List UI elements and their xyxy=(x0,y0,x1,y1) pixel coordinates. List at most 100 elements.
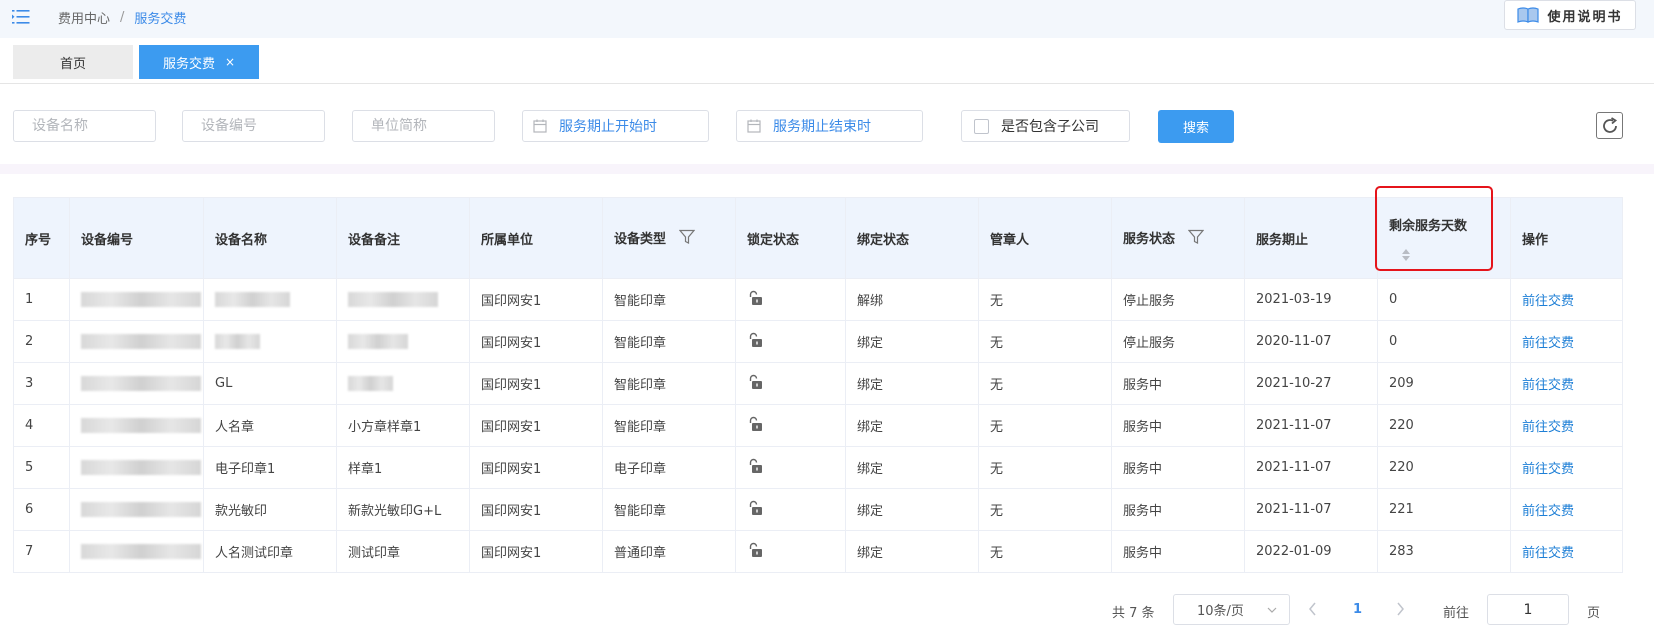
cell-unit: 国印网安1 xyxy=(469,446,603,489)
cell-device-code xyxy=(69,320,204,363)
cell-device-code xyxy=(69,278,204,321)
cell-device-type: 智能印章 xyxy=(602,362,736,405)
refresh-button[interactable] xyxy=(1596,112,1623,139)
cell-service-end: 2022-01-09 xyxy=(1244,530,1378,573)
go-pay-link[interactable]: 前往交费 xyxy=(1522,294,1574,309)
book-icon xyxy=(1517,7,1540,23)
breadcrumb-root[interactable]: 费用中心 xyxy=(58,8,110,27)
table-header-row: 序号 设备编号 设备名称 设备备注 所属单位 设备类型 锁定状态 绑定状态 管章… xyxy=(13,197,1623,279)
unlock-icon xyxy=(747,458,763,478)
next-page-button[interactable] xyxy=(1395,602,1405,620)
cell-device-type: 智能印章 xyxy=(602,488,736,531)
prev-page-button[interactable] xyxy=(1308,602,1318,620)
table-row: 7 人名测试印章 测试印章 国印网安1 普通印章 绑定无服务中 2022-01-09 283 前… xyxy=(13,530,1623,573)
header-action: 操作 xyxy=(1510,197,1623,279)
header-remaining-days[interactable]: 剩余服务天数 xyxy=(1377,197,1511,279)
redacted-text xyxy=(215,292,290,307)
redacted-text xyxy=(81,502,201,517)
cell-service-status: 服务中 xyxy=(1111,446,1245,489)
cell-remaining-days: 220 xyxy=(1377,446,1511,489)
cell-service-end: 2021-11-07 xyxy=(1244,488,1378,531)
go-pay-link[interactable]: 前往交费 xyxy=(1522,378,1574,393)
go-pay-link[interactable]: 前往交费 xyxy=(1522,546,1574,561)
cell-service-status: 服务中 xyxy=(1111,362,1245,405)
cell-lock-status xyxy=(735,530,846,573)
cell-device-type: 智能印章 xyxy=(602,278,736,321)
header-service-status: 服务状态 xyxy=(1111,197,1245,279)
cell-device-name xyxy=(203,278,337,321)
device-code-field[interactable] xyxy=(182,110,325,142)
search-button[interactable]: 搜索 xyxy=(1158,110,1234,143)
device-note-text: 测试印章 xyxy=(348,546,401,561)
cell-bind-status: 绑定 xyxy=(845,404,979,447)
filter-icon[interactable] xyxy=(1187,229,1204,249)
cell-index: 6 xyxy=(13,488,70,531)
page-number-1[interactable]: 1 xyxy=(1353,602,1362,617)
cell-bind-status: 绑定 xyxy=(845,488,979,531)
redacted-text xyxy=(81,418,201,433)
goto-page-field[interactable] xyxy=(1487,594,1569,625)
cell-device-name xyxy=(203,320,337,363)
cell-device-note xyxy=(336,362,470,405)
goto-page-input[interactable] xyxy=(1498,600,1558,619)
filter-icon[interactable] xyxy=(678,229,695,249)
sort-icon[interactable] xyxy=(1401,248,1499,266)
cell-index: 2 xyxy=(13,320,70,363)
cell-action: 前往交费 xyxy=(1510,446,1623,489)
cell-keeper: 无 xyxy=(978,362,1112,405)
device-code-input[interactable] xyxy=(199,117,324,135)
service-end-label: 服务期止结束时 xyxy=(773,119,871,135)
cell-unit: 国印网安1 xyxy=(469,488,603,531)
pagination-total: 共 7 条 xyxy=(1112,606,1155,621)
breadcrumb-separator: / xyxy=(120,9,125,25)
cell-device-note: 小方章样章1 xyxy=(336,404,470,447)
device-name-text: GL xyxy=(215,376,233,391)
breadcrumb-current: 服务交费 xyxy=(134,11,187,27)
close-icon[interactable]: × xyxy=(225,55,235,69)
go-pay-link[interactable]: 前往交费 xyxy=(1522,420,1574,435)
cell-device-name: 人名测试印章 xyxy=(203,530,337,573)
cell-keeper: 无 xyxy=(978,530,1112,573)
cell-action: 前往交费 xyxy=(1510,530,1623,573)
service-start-date-picker[interactable]: 服务期止开始时 xyxy=(522,110,709,142)
cell-service-status: 服务中 xyxy=(1111,488,1245,531)
table-row: 1 国印网安1 智能印章 解绑无停止服务 2021-03-19 0 前往交费 xyxy=(13,278,1623,321)
unit-abbr-field[interactable] xyxy=(352,110,495,142)
redacted-text xyxy=(81,334,201,349)
menu-toggle-icon[interactable] xyxy=(12,8,30,26)
cell-device-code xyxy=(69,404,204,447)
cell-device-note xyxy=(336,278,470,321)
cell-lock-status xyxy=(735,404,846,447)
cell-action: 前往交费 xyxy=(1510,404,1623,447)
go-pay-link[interactable]: 前往交费 xyxy=(1522,504,1574,519)
tab-home[interactable]: 首页 xyxy=(13,45,133,79)
unit-abbr-input[interactable] xyxy=(369,117,494,135)
calendar-icon xyxy=(747,119,761,133)
device-name-field[interactable] xyxy=(13,110,156,142)
service-end-date-picker[interactable]: 服务期止结束时 xyxy=(736,110,923,142)
cell-action: 前往交费 xyxy=(1510,278,1623,321)
redacted-text xyxy=(348,376,393,391)
tab-service-payment[interactable]: 服务交费 × xyxy=(139,45,259,79)
cell-unit: 国印网安1 xyxy=(469,362,603,405)
include-subsidiary-label: 是否包含子公司 xyxy=(1001,119,1099,135)
user-manual-button[interactable]: 使用说明书 xyxy=(1504,0,1636,30)
top-bar: 费用中心 / 服务交费 使用说明书 xyxy=(0,0,1654,38)
cell-device-code xyxy=(69,488,204,531)
cell-lock-status xyxy=(735,488,846,531)
unlock-icon xyxy=(747,374,763,394)
page-size-select[interactable]: 10条/页 xyxy=(1173,594,1290,625)
go-pay-link[interactable]: 前往交费 xyxy=(1522,462,1574,477)
cell-device-name: 人名章 xyxy=(203,404,337,447)
checkbox-box[interactable] xyxy=(974,118,989,134)
device-note-text: 新款光敏印G+L xyxy=(348,504,442,519)
cell-lock-status xyxy=(735,446,846,489)
cell-lock-status xyxy=(735,362,846,405)
redacted-text xyxy=(81,544,201,559)
cell-device-name: 款光敏印 xyxy=(203,488,337,531)
device-name-input[interactable] xyxy=(30,117,155,135)
redacted-text xyxy=(348,292,438,307)
cell-remaining-days: 220 xyxy=(1377,404,1511,447)
include-subsidiary-checkbox[interactable]: 是否包含子公司 xyxy=(961,110,1130,142)
go-pay-link[interactable]: 前往交费 xyxy=(1522,336,1574,351)
